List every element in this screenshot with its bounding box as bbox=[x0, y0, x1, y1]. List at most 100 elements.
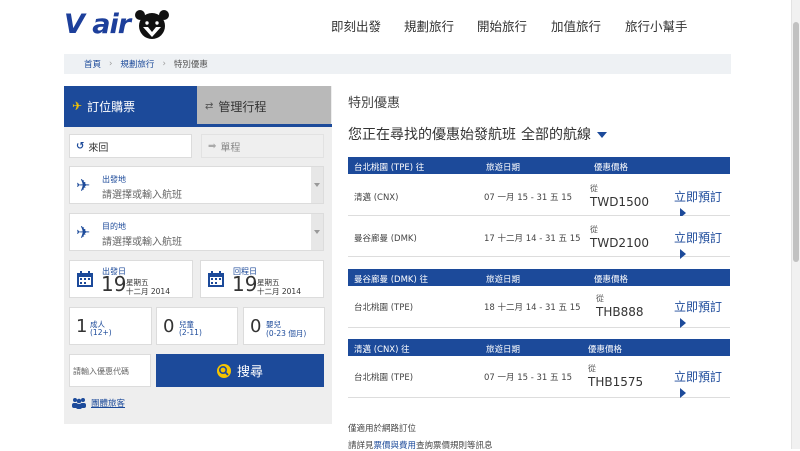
table-row: 台北桃園 (TPE) 07 一月 15 - 31 五 15 從 THB1575 … bbox=[348, 357, 730, 398]
breadcrumb-separator: › bbox=[109, 59, 113, 69]
nav-item-addon[interactable]: 加值旅行 bbox=[551, 16, 601, 35]
breadcrumb-current: 特別優惠 bbox=[173, 60, 208, 70]
nav-item-start[interactable]: 開始旅行 bbox=[477, 16, 527, 35]
plane-icon: ✈ bbox=[72, 99, 83, 113]
book-now-label: 立即預訂 bbox=[674, 231, 723, 245]
chevron-down-icon[interactable] bbox=[311, 167, 323, 203]
note-fare-rules: 請詳見票價與費用查詢票價規則等訊息 bbox=[348, 439, 493, 451]
return-day: 19 bbox=[232, 272, 258, 296]
offers-subtitle: 您正在尋找的優惠始發航班 bbox=[348, 127, 516, 143]
row-destination: 清邁 (CNX) bbox=[354, 193, 399, 203]
promo-code-input[interactable]: 請輸入優惠代碼 bbox=[69, 354, 151, 387]
origin-select[interactable]: ✈ 出發地 請選擇或輸入航班 bbox=[69, 166, 324, 204]
roundtrip-icon: ↺ bbox=[76, 140, 85, 152]
infant-count-select[interactable]: 0 嬰兒 (0-23 個月) bbox=[243, 307, 325, 345]
book-now-link[interactable]: 立即預訂 bbox=[674, 298, 730, 329]
tab-manage-label: 管理行程 bbox=[218, 99, 267, 114]
depart-day: 19 bbox=[101, 272, 127, 296]
infant-count: 0 bbox=[250, 316, 262, 337]
origin-header: 曼谷廊曼 (DMK) 往 bbox=[354, 275, 428, 285]
row-price-from: 從 bbox=[596, 294, 604, 303]
offers-table-header: 台北桃園 (TPE) 往 旅遊日期 優惠價格 bbox=[348, 157, 730, 174]
book-now-label: 立即預訂 bbox=[674, 300, 723, 314]
route-filter-dropdown[interactable]: 全部的航線 bbox=[521, 124, 607, 144]
tab-manage-trip[interactable]: ⇄ 管理行程 bbox=[197, 86, 331, 126]
oneway-button[interactable]: ➡ 單程 bbox=[201, 134, 324, 158]
depart-date-picker[interactable]: 出發日 19 星期五 十二月 2014 bbox=[69, 260, 193, 298]
group-travel-link[interactable]: 團體旅客 bbox=[71, 397, 125, 409]
book-now-label: 立即預訂 bbox=[674, 370, 723, 384]
tab-book-label: 訂位購票 bbox=[87, 99, 136, 114]
origin-header: 台北桃園 (TPE) 往 bbox=[354, 163, 425, 173]
nav-item-plan[interactable]: 規劃旅行 bbox=[404, 16, 454, 35]
child-age-note: (2-11) bbox=[179, 328, 202, 337]
row-price: THB888 bbox=[596, 305, 644, 319]
chevron-down-icon bbox=[597, 132, 607, 138]
origin-label: 出發地 bbox=[102, 175, 126, 184]
book-now-link[interactable]: 立即預訂 bbox=[674, 368, 730, 399]
book-now-label: 立即預訂 bbox=[674, 190, 723, 204]
calendar-icon bbox=[77, 271, 93, 287]
roundtrip-label: 來回 bbox=[88, 142, 109, 154]
scrollbar-thumb[interactable] bbox=[793, 22, 799, 262]
tab-underline bbox=[64, 124, 332, 127]
nav-item-depart[interactable]: 即刻出發 bbox=[331, 16, 381, 35]
table-row: 曼谷廊曼 (DMK) 17 十二月 14 - 31 五 15 從 TWD2100… bbox=[348, 216, 730, 260]
departure-plane-icon: ✈ bbox=[76, 176, 91, 196]
arrow-right-icon bbox=[680, 317, 686, 328]
tab-book-ticket[interactable]: ✈ 訂位購票 bbox=[64, 86, 197, 126]
date-column-header: 旅遊日期 bbox=[486, 163, 521, 173]
destination-select[interactable]: ✈ 目的地 請選擇或輸入航班 bbox=[69, 213, 324, 251]
search-label: 搜尋 bbox=[236, 365, 263, 380]
arrow-right-icon bbox=[680, 248, 686, 259]
child-count: 0 bbox=[163, 316, 175, 337]
table-row: 台北桃園 (TPE) 18 十二月 14 - 31 五 15 從 THB888 … bbox=[348, 287, 730, 328]
page-title: 特別優惠 bbox=[348, 96, 401, 111]
offers-table-header: 清邁 (CNX) 往 旅遊日期 優惠價格 bbox=[348, 339, 730, 356]
fare-fees-link[interactable]: 票價與費用 bbox=[374, 441, 417, 451]
search-icon bbox=[216, 363, 231, 378]
group-people-icon bbox=[72, 398, 86, 409]
note-prefix: 請詳見 bbox=[348, 441, 374, 451]
chevron-down-icon[interactable] bbox=[311, 214, 323, 250]
price-column-header: 優惠價格 bbox=[594, 275, 629, 285]
breadcrumb-plan[interactable]: 規劃旅行 bbox=[120, 58, 154, 70]
row-destination: 曼谷廊曼 (DMK) bbox=[354, 234, 417, 244]
row-dates: 18 十二月 14 - 31 五 15 bbox=[484, 303, 581, 313]
bear-mascot-icon bbox=[135, 10, 170, 39]
date-column-header: 旅遊日期 bbox=[486, 275, 521, 285]
table-row: 清邁 (CNX) 07 一月 15 - 31 五 15 從 TWD1500 立即… bbox=[348, 175, 730, 219]
price-column-header: 優惠價格 bbox=[594, 163, 629, 173]
book-now-link[interactable]: 立即預訂 bbox=[674, 188, 730, 219]
row-destination: 台北桃園 (TPE) bbox=[354, 303, 414, 313]
row-price-from: 從 bbox=[590, 225, 598, 234]
logo-text: V air bbox=[64, 8, 131, 40]
row-price-from: 從 bbox=[590, 184, 598, 193]
origin-placeholder: 請選擇或輸入航班 bbox=[102, 190, 182, 201]
promo-code-placeholder: 請輸入優惠代碼 bbox=[73, 367, 129, 376]
row-price-from: 從 bbox=[588, 364, 596, 373]
search-button[interactable]: 搜尋 bbox=[156, 354, 324, 387]
manage-icon: ⇄ bbox=[205, 100, 214, 112]
breadcrumb: 首頁 › 規劃旅行 › 特別優惠 bbox=[64, 54, 731, 74]
return-date-picker[interactable]: 回程日 19 星期五 十二月 2014 bbox=[200, 260, 324, 298]
row-destination: 台北桃園 (TPE) bbox=[354, 373, 414, 383]
row-price: THB1575 bbox=[588, 375, 644, 389]
return-monthyear: 十二月 2014 bbox=[257, 287, 301, 296]
destination-label: 目的地 bbox=[102, 222, 126, 231]
adult-age-note: (12+) bbox=[90, 328, 112, 337]
child-count-select[interactable]: 0 兒童 (2-11) bbox=[156, 307, 238, 345]
adult-count-select[interactable]: 1 成人 (12+) bbox=[69, 307, 152, 345]
nav-item-helper[interactable]: 旅行小幫手 bbox=[625, 16, 688, 35]
note-online-only: 僅適用於網路訂位 bbox=[348, 424, 417, 434]
vair-logo[interactable]: V air bbox=[64, 8, 172, 40]
date-column-header: 旅遊日期 bbox=[486, 345, 521, 355]
origin-header: 清邁 (CNX) 往 bbox=[354, 345, 410, 355]
row-price: TWD2100 bbox=[590, 236, 649, 250]
infant-age-note: (0-23 個月) bbox=[266, 329, 307, 338]
row-price: TWD1500 bbox=[590, 195, 649, 209]
breadcrumb-home[interactable]: 首頁 bbox=[84, 58, 101, 70]
oneway-icon: ➡ bbox=[208, 140, 217, 152]
book-now-link[interactable]: 立即預訂 bbox=[674, 229, 730, 260]
roundtrip-button[interactable]: ↺ 來回 bbox=[69, 134, 192, 158]
